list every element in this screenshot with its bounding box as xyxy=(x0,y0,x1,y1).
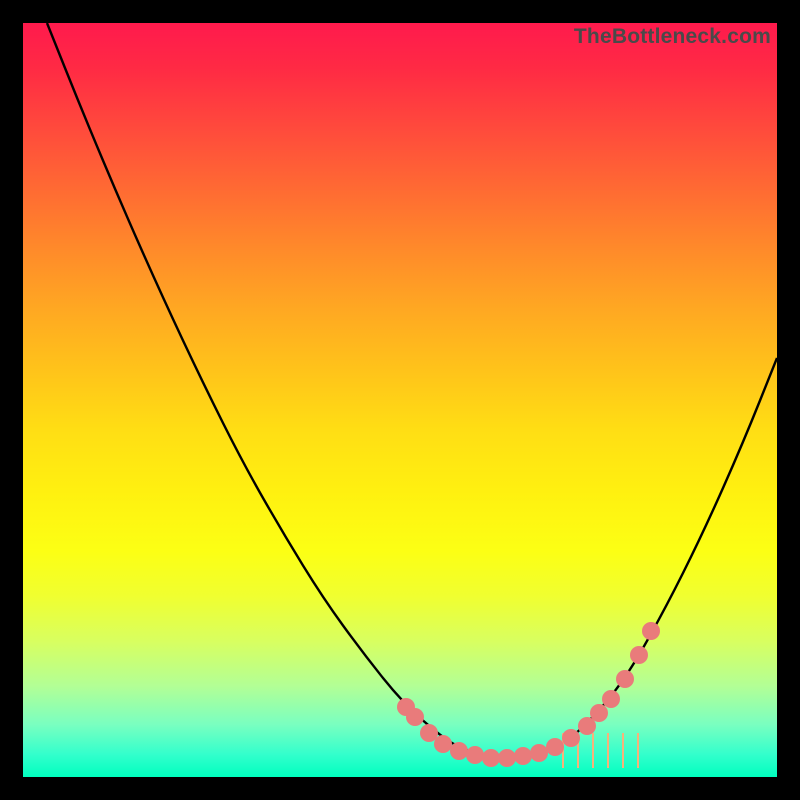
chart-frame: TheBottleneck.com xyxy=(23,23,777,777)
chart-svg xyxy=(23,23,777,777)
marker-dots xyxy=(397,622,660,767)
bottleneck-curve xyxy=(47,23,777,759)
